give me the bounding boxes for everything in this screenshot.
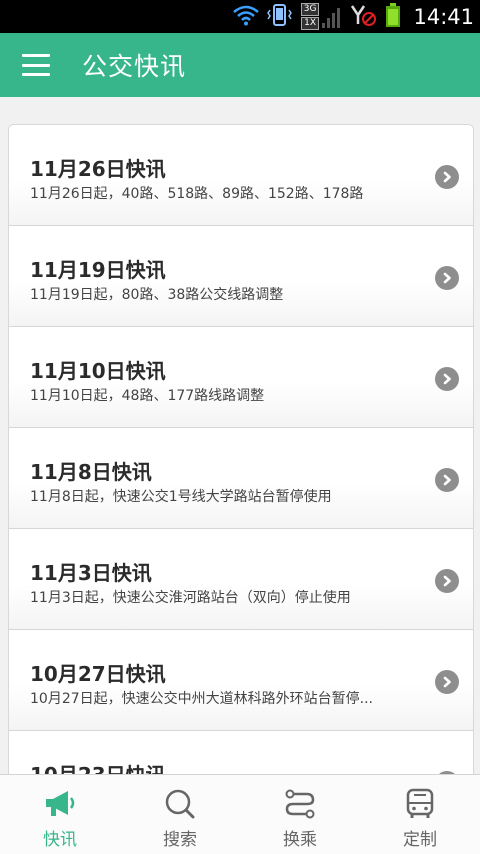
news-item-summary: 11月8日起，快速公交1号线大学路站台暂停使用 [30,489,332,505]
battery-icon [385,2,401,32]
wifi-icon [232,4,259,30]
news-item-summary: 11月19日起，80路、38路公交线路调整 [30,287,284,303]
news-list[interactable]: 11月26日快讯 11月26日起，40路、518路、89路、152路、178路 … [8,124,474,784]
news-item-summary: 10月27日起，快速公交中州大道林科路外环站台暂停... [30,691,373,707]
bus-icon [402,787,438,821]
news-item-summary: 11月10日起，48路、177路线路调整 [30,388,265,404]
news-item-title: 11月8日快讯 [30,460,152,484]
chevron-right-icon[interactable] [435,569,459,593]
network-type-top: 3G [300,3,320,16]
nav-tab-transfer[interactable]: 换乘 [240,775,360,854]
chevron-right-icon[interactable] [435,367,459,391]
news-item-title: 11月3日快讯 [30,561,152,585]
status-bar: 3G 1X 14:41 [0,0,480,33]
transfer-icon [282,787,318,821]
news-item-summary: 11月3日起，快速公交淮河路站台（双向）停止使用 [30,590,351,606]
news-item[interactable]: 11月3日快讯 11月3日起，快速公交淮河路站台（双向）停止使用 [9,529,473,630]
signal-icon: 3G 1X [300,3,342,30]
search-icon [162,787,198,821]
nav-tab-search[interactable]: 搜索 [120,775,240,854]
chevron-right-icon[interactable] [435,165,459,189]
network-type-bottom: 1X [300,17,320,30]
nav-tab-custom[interactable]: 定制 [360,775,480,854]
nav-tab-news[interactable]: 快讯 [0,775,120,854]
news-item-summary: 11月26日起，40路、518路、89路、152路、178路 [30,186,364,202]
news-item-title: 11月19日快讯 [30,258,166,282]
app-bar: 公交快讯 [0,33,480,97]
news-item[interactable]: 11月26日快讯 11月26日起，40路、518路、89路、152路、178路 [9,125,473,226]
nav-tab-label: 快讯 [43,830,77,850]
status-icons: 3G 1X 14:41 [232,0,480,33]
chevron-right-icon[interactable] [435,266,459,290]
news-item[interactable]: 11月10日快讯 11月10日起，48路、177路线路调整 [9,327,473,428]
chevron-right-icon[interactable] [435,468,459,492]
nav-tab-label: 定制 [403,830,437,850]
no-sim-icon [349,3,377,31]
status-time: 14:41 [413,4,474,29]
bottom-nav: 快讯 搜索 换乘 定制 [0,774,480,854]
page-title: 公交快讯 [82,52,187,81]
chevron-right-icon[interactable] [435,670,459,694]
news-item-title: 10月27日快讯 [30,662,166,686]
news-item-title: 11月10日快讯 [30,359,166,383]
news-item[interactable]: 11月8日快讯 11月8日起，快速公交1号线大学路站台暂停使用 [9,428,473,529]
nav-tab-label: 换乘 [283,830,317,850]
news-item-title: 11月26日快讯 [30,157,166,181]
news-item[interactable]: 10月27日快讯 10月27日起，快速公交中州大道林科路外环站台暂停... [9,630,473,731]
hamburger-menu-icon[interactable] [22,54,50,76]
megaphone-icon [42,787,78,821]
nav-tab-label: 搜索 [163,830,197,850]
vibrate-icon [266,3,293,31]
news-item[interactable]: 11月19日快讯 11月19日起，80路、38路公交线路调整 [9,226,473,327]
